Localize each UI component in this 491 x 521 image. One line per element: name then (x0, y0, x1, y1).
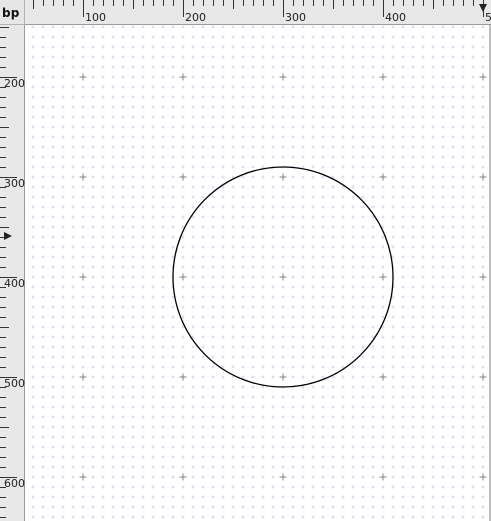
vertical-ruler-label: 500 (4, 377, 25, 390)
grid-cross (179, 273, 187, 281)
vertical-ruler-label: 400 (4, 277, 25, 290)
ruler-corner[interactable]: bp (0, 0, 25, 25)
major-grid (79, 73, 487, 481)
vertical-position-marker-icon (4, 232, 12, 240)
grid-cross (79, 373, 87, 381)
grid-cross (379, 273, 387, 281)
grid-cross (379, 473, 387, 481)
ruler-unit-label: bp (2, 6, 20, 20)
drawing-window: bp 100 200 300 400 5 200 300 400 500 600 (0, 0, 491, 521)
horizontal-ruler-label: 400 (385, 11, 406, 24)
grid-cross (479, 473, 487, 481)
grid-cross (479, 373, 487, 381)
grid-cross (379, 173, 387, 181)
horizontal-ruler-label: 300 (285, 11, 306, 24)
grid-cross (479, 273, 487, 281)
grid-cross (479, 173, 487, 181)
grid-cross (479, 73, 487, 81)
vertical-ruler-ticks: 200 300 400 500 600 (0, 27, 25, 518)
grid-cross (379, 73, 387, 81)
grid-cross (179, 373, 187, 381)
minor-grid (31, 25, 485, 519)
vertical-ruler-label: 600 (4, 477, 25, 490)
drawing-canvas[interactable] (25, 25, 491, 521)
horizontal-ruler-label: 200 (185, 11, 206, 24)
horizontal-ruler-ticks: 100 200 300 400 5 (33, 0, 491, 24)
vertical-ruler[interactable]: 200 300 400 500 600 (0, 25, 25, 521)
vertical-ruler-label: 200 (4, 77, 25, 90)
grid-cross (179, 473, 187, 481)
horizontal-ruler-label: 100 (85, 11, 106, 24)
grid-cross (179, 73, 187, 81)
horizontal-ruler-label: 5 (485, 11, 491, 24)
grid-cross (379, 373, 387, 381)
horizontal-ruler[interactable]: 100 200 300 400 5 (25, 0, 491, 25)
grid-cross (279, 73, 287, 81)
grid-cross (179, 173, 187, 181)
grid-cross (79, 473, 87, 481)
grid-cross (279, 373, 287, 381)
grid-cross (279, 473, 287, 481)
vertical-ruler-label: 300 (4, 177, 25, 190)
grid-cross (79, 73, 87, 81)
canvas-grid (31, 25, 487, 519)
grid-cross (79, 273, 87, 281)
grid-cross (279, 273, 287, 281)
grid-cross (79, 173, 87, 181)
grid-cross (279, 173, 287, 181)
